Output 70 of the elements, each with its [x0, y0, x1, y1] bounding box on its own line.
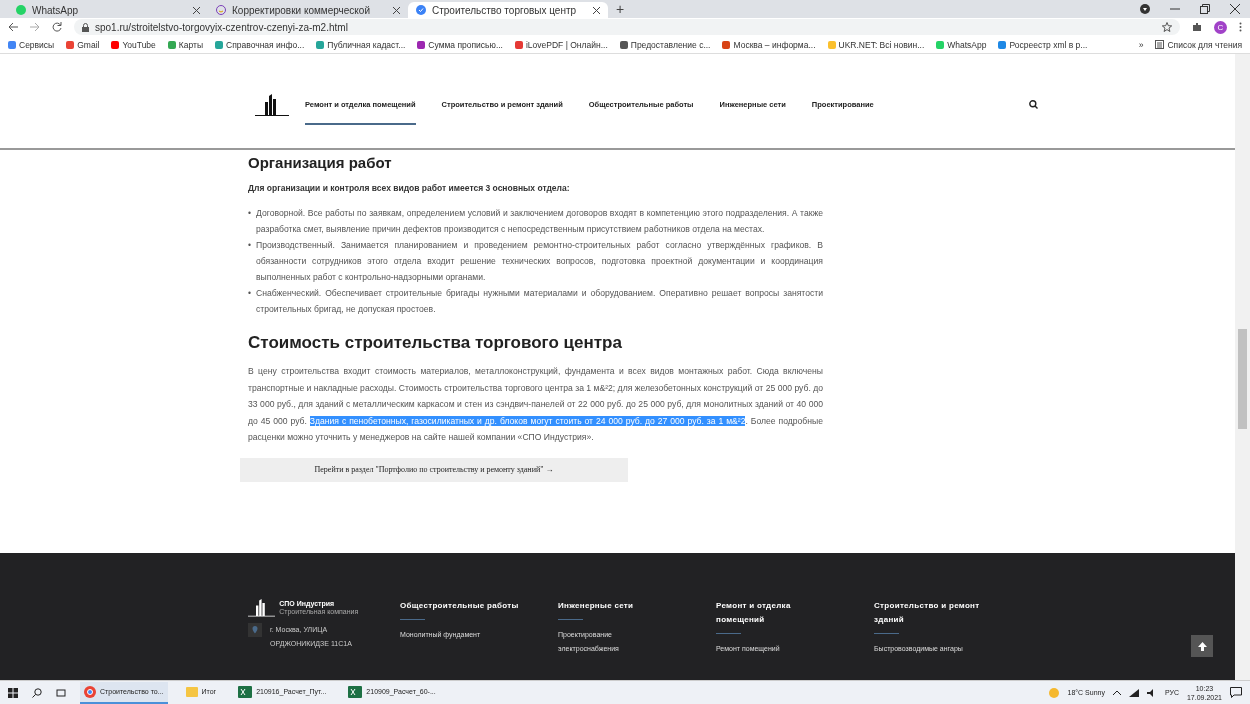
folder-icon [185, 686, 198, 697]
bookmark[interactable]: Росреестр xml в р... [998, 39, 1088, 50]
close-icon[interactable] [193, 6, 200, 14]
list-icon [1155, 40, 1165, 49]
bookmark[interactable]: Сумма прописью... [417, 39, 503, 50]
browser-tab[interactable]: Корректировки коммерческой [208, 2, 408, 18]
lock-icon [82, 22, 89, 32]
chevron-up-icon[interactable] [1112, 689, 1121, 696]
bookmark[interactable]: Москва – информа... [722, 39, 816, 50]
bookmark[interactable]: Карты [167, 39, 204, 50]
reading-list-button[interactable]: Список для чтения [1155, 39, 1242, 50]
bookmark[interactable]: iLovePDF | Онлайн... [515, 39, 608, 50]
back-icon[interactable] [8, 22, 18, 32]
paragraph: В цену строительства входит стоимость материалов, металлоконструкций, фундамента и всех видов монтажных работ. Сюда включены транспортные и накладные расходы. Стоимость строительства торгового центра за 1 м&²2; для железобетонных конструкций от 25 000 руб. до 33 000 руб., для зданий с металлическим каркасом и стен из сэндвич-панелей от 22 000 руб. до 25 000 руб, для монолитных зданий от 40 000 до 45 000 руб. Здания с пенобетонных, газосиликатных и др. блоков могут стоить от 24 000 руб. до 27 000 руб. за 1 м&²2. Более подробные расценки можно уточнить у менеджеров на сайте нашей компании «СПО Индустрия». [248, 365, 823, 444]
building-logo [248, 599, 276, 617]
section-heading: Стоимость строительства торгового центра [248, 333, 623, 353]
bookmark[interactable]: WhatsApp [936, 39, 987, 50]
building-logo [255, 94, 289, 116]
close-icon[interactable] [1230, 4, 1240, 14]
footer-heading: Инженерные сети [558, 600, 635, 612]
footer-heading: Ремонт и отделка помещений [716, 600, 792, 626]
search-icon[interactable] [32, 687, 42, 698]
restore-icon[interactable] [1200, 4, 1210, 14]
browser-icon [84, 685, 96, 698]
star-icon[interactable] [1162, 22, 1172, 32]
more-bookmarks-button[interactable]: » [1138, 39, 1144, 50]
search-icon[interactable] [1028, 100, 1038, 109]
list-item: Производственный. Занимается планированием и проведением ремонтно-строительных работ согласно утверждённых графиков. В обязанности сотрудников этого отдела входит решение технических вопросов, подготовка проектной документации и координация выполненных работ с контрольно-надзорными органами. [256, 239, 823, 284]
smiley-icon [216, 5, 226, 15]
browser-tab[interactable]: WhatsApp [8, 2, 208, 18]
spreadsheet-icon [348, 685, 363, 698]
task-view-icon[interactable] [56, 687, 66, 698]
list-item: Снабженческий. Обеспечивает строительные бригады нужными материалами и оборудованием. Оперативно решает вопросы занятости строительных бригад, не допуская простоев. [256, 287, 823, 316]
bookmark[interactable]: Справочная инфо... [215, 39, 305, 50]
network-icon[interactable] [1128, 688, 1139, 697]
bookmark[interactable]: Сервисы [8, 39, 55, 50]
chat-icon [16, 5, 26, 15]
address-bar[interactable]: spo1.ru/stroitelstvo-torgovyix-czentrov-czenyi-za-m2.html [74, 19, 1180, 35]
spreadsheet-icon [238, 685, 253, 698]
close-icon[interactable] [593, 6, 600, 14]
bookmark[interactable]: Gmail [66, 39, 100, 50]
profile-avatar[interactable]: C [1214, 20, 1227, 34]
new-tab-button[interactable]: + [616, 1, 625, 17]
footer-heading: Строительство и ремонт зданий [874, 600, 981, 626]
intro-text: Для организации и контроля всех видов работ имеется 3 основных отдела: [248, 183, 571, 193]
bookmark[interactable]: Предоставление с... [619, 39, 711, 50]
scrollbar[interactable] [1235, 54, 1250, 680]
scrollbar-thumb[interactable] [1238, 329, 1247, 429]
bookmark[interactable]: UKR.NET: Всі новин... [827, 39, 925, 50]
check-icon [416, 5, 426, 15]
bullet: • [248, 287, 251, 300]
menu-icon[interactable] [1239, 22, 1242, 32]
reload-icon[interactable] [52, 22, 62, 32]
bullet: • [248, 239, 251, 252]
dropdown-icon[interactable] [1140, 4, 1150, 14]
bookmark[interactable]: Публичная кадаст... [316, 39, 406, 50]
section-heading: Организация работ [248, 154, 392, 171]
arrow-up-icon [1197, 641, 1207, 651]
close-icon[interactable] [393, 6, 400, 14]
notification-icon[interactable] [1230, 687, 1242, 698]
footer-heading: Общестроительные работы [400, 600, 520, 612]
portfolio-link[interactable]: Перейти в раздел "Портфолио по строительству и ремонту зданий" → [240, 457, 628, 482]
bullet: • [248, 207, 251, 220]
sun-icon [1049, 687, 1060, 698]
windows-icon[interactable] [8, 687, 18, 698]
scroll-top-button[interactable] [1191, 635, 1213, 657]
list-item: Договорной. Все работы по заявкам, определением условий и заключением договоров входят в компетенцию этого подразделения. А также разработка смет, выявление причин дефектов производится с непосредственным присутствием работников отдела на местах. [256, 207, 823, 236]
bookmark[interactable]: YouTube [111, 39, 156, 50]
browser-tab[interactable]: Строительство торговых центр [408, 2, 608, 18]
pin-icon [248, 622, 262, 637]
